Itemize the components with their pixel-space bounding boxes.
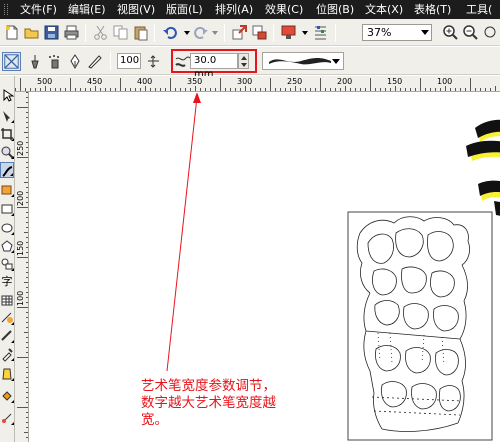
zoom-level-value: 37%: [367, 26, 392, 39]
ruler-label: 200: [16, 190, 25, 206]
pressure-mode-icon[interactable]: [86, 53, 103, 70]
menu-view[interactable]: 视图(V): [117, 2, 155, 17]
smoothing-slider-icon[interactable]: [145, 53, 162, 70]
zoom-options-icon[interactable]: [482, 24, 499, 41]
sprayer-mode-icon[interactable]: [46, 53, 63, 70]
redo-dropdown-icon[interactable]: [206, 24, 223, 41]
separator: [85, 24, 86, 42]
separator: [273, 24, 274, 42]
separator: [224, 24, 225, 42]
launcher-dropdown-icon[interactable]: [296, 24, 313, 41]
drawing-canvas[interactable]: 艺术笔宽度参数调节， 数字越大艺术笔宽度越 宽。: [30, 93, 500, 442]
ruler-label: 300: [237, 77, 253, 86]
menu-arrange[interactable]: 排列(A): [215, 2, 253, 17]
carving-illustration: [347, 211, 493, 441]
ruler-label: 450: [87, 77, 103, 86]
undo-icon[interactable]: [162, 24, 179, 41]
menu-tools[interactable]: 工具(: [466, 2, 492, 17]
artistic-stroke-shape: [466, 119, 500, 216]
spinner-up-icon[interactable]: [241, 56, 247, 60]
menu-bitmaps[interactable]: 位图(B): [316, 2, 354, 17]
annotation-line-2: 数字越大艺术笔宽度越: [141, 395, 276, 411]
new-document-icon[interactable]: [3, 24, 20, 41]
chevron-down-icon: [421, 30, 429, 35]
paste-icon[interactable]: [132, 24, 149, 41]
toolbox: 字: [0, 76, 15, 442]
annotation-line-3: 宽。: [141, 412, 168, 428]
annotation-text: 艺术笔宽度参数调节， 数字越大艺术笔宽度越 宽。: [141, 378, 326, 429]
calligraphic-mode-icon[interactable]: [66, 53, 83, 70]
crop-tool-icon[interactable]: [0, 126, 14, 142]
annotation-arrow-head: [193, 93, 201, 103]
polygon-tool-icon[interactable]: [0, 238, 14, 254]
menu-effects[interactable]: 效果(C): [265, 2, 303, 17]
ruler-label: 250: [16, 140, 25, 156]
separator: [335, 24, 336, 42]
ruler-label: 100: [16, 290, 25, 306]
menu-edit[interactable]: 编辑(E): [68, 2, 106, 17]
separator: [110, 52, 111, 70]
fill-tool-icon[interactable]: [0, 388, 14, 404]
preset-stroke-select[interactable]: [262, 52, 344, 70]
table-tool-icon[interactable]: [0, 292, 14, 308]
chevron-down-icon: [332, 59, 340, 64]
property-bar: 100 30.0 mm: [0, 47, 500, 80]
eyedropper-tool-icon[interactable]: [0, 346, 14, 362]
width-spinner[interactable]: [238, 53, 249, 69]
zoom-level-select[interactable]: 37%: [362, 24, 432, 41]
save-icon[interactable]: [43, 24, 60, 41]
zoom-in-icon[interactable]: [442, 24, 459, 41]
menu-text[interactable]: 文本(X): [365, 2, 403, 17]
parallel-dimension-tool-icon[interactable]: [0, 310, 14, 326]
vertical-ruler[interactable]: 250 200 150 100: [15, 92, 29, 442]
shape-tool-icon[interactable]: [0, 108, 14, 124]
text-tool-icon[interactable]: 字: [0, 274, 14, 290]
menu-bar: 文件(F) 编辑(E) 视图(V) 版面(L) 排列(A) 效果(C) 位图(B…: [0, 0, 500, 19]
freehand-smoothing-input[interactable]: 100: [117, 53, 141, 69]
cut-icon[interactable]: [92, 24, 109, 41]
artistic-media-tool-icon[interactable]: [0, 162, 14, 178]
brush-mode-icon[interactable]: [26, 53, 43, 70]
interactive-fill-tool-icon[interactable]: [0, 410, 14, 426]
ruler-label: 200: [337, 77, 353, 86]
annotation-arrow-line: [166, 96, 198, 372]
export-icon[interactable]: [251, 24, 268, 41]
stroke-width-icon: [174, 53, 191, 70]
annotation-line-1: 艺术笔宽度参数调节，: [141, 378, 276, 394]
standard-toolbar: 37%: [0, 19, 500, 46]
ellipse-tool-icon[interactable]: [0, 220, 14, 236]
ruler-label: 150: [387, 77, 403, 86]
artistic-media-width-input[interactable]: 30.0 mm: [190, 53, 238, 80]
application-launcher-icon[interactable]: [280, 24, 297, 41]
ruler-label: 100: [437, 77, 453, 86]
import-icon[interactable]: [231, 24, 248, 41]
spinner-down-icon[interactable]: [241, 63, 247, 67]
basic-shapes-tool-icon[interactable]: [0, 256, 14, 272]
copy-icon[interactable]: [112, 24, 129, 41]
smart-fill-tool-icon[interactable]: [0, 182, 14, 198]
menu-bar-grip[interactable]: [4, 4, 8, 15]
menu-layout[interactable]: 版面(L): [166, 2, 203, 17]
horizontal-ruler[interactable]: 500 450 400 350 300 250 200 150 100: [15, 76, 500, 92]
ruler-label: 400: [137, 77, 153, 86]
menu-table[interactable]: 表格(T): [414, 2, 451, 17]
zoom-out-icon[interactable]: [462, 24, 479, 41]
open-folder-icon[interactable]: [23, 24, 40, 41]
rectangle-tool-icon[interactable]: [0, 201, 14, 217]
menu-file[interactable]: 文件(F): [20, 2, 57, 17]
ruler-label: 250: [287, 77, 303, 86]
outline-tool-icon[interactable]: [0, 366, 14, 382]
zoom-tool-icon[interactable]: [0, 144, 14, 160]
ruler-label: 350: [187, 77, 203, 86]
preset-mode-button[interactable]: [2, 52, 21, 71]
ruler-label: 150: [16, 240, 25, 256]
interactive-blend-tool-icon[interactable]: [0, 328, 14, 344]
ruler-label: 500: [37, 77, 53, 86]
options-icon[interactable]: [312, 24, 329, 41]
separator: [154, 24, 155, 42]
print-icon[interactable]: [63, 24, 80, 41]
pick-tool-icon[interactable]: [0, 88, 14, 104]
preset-stroke-preview-icon: [269, 58, 331, 65]
